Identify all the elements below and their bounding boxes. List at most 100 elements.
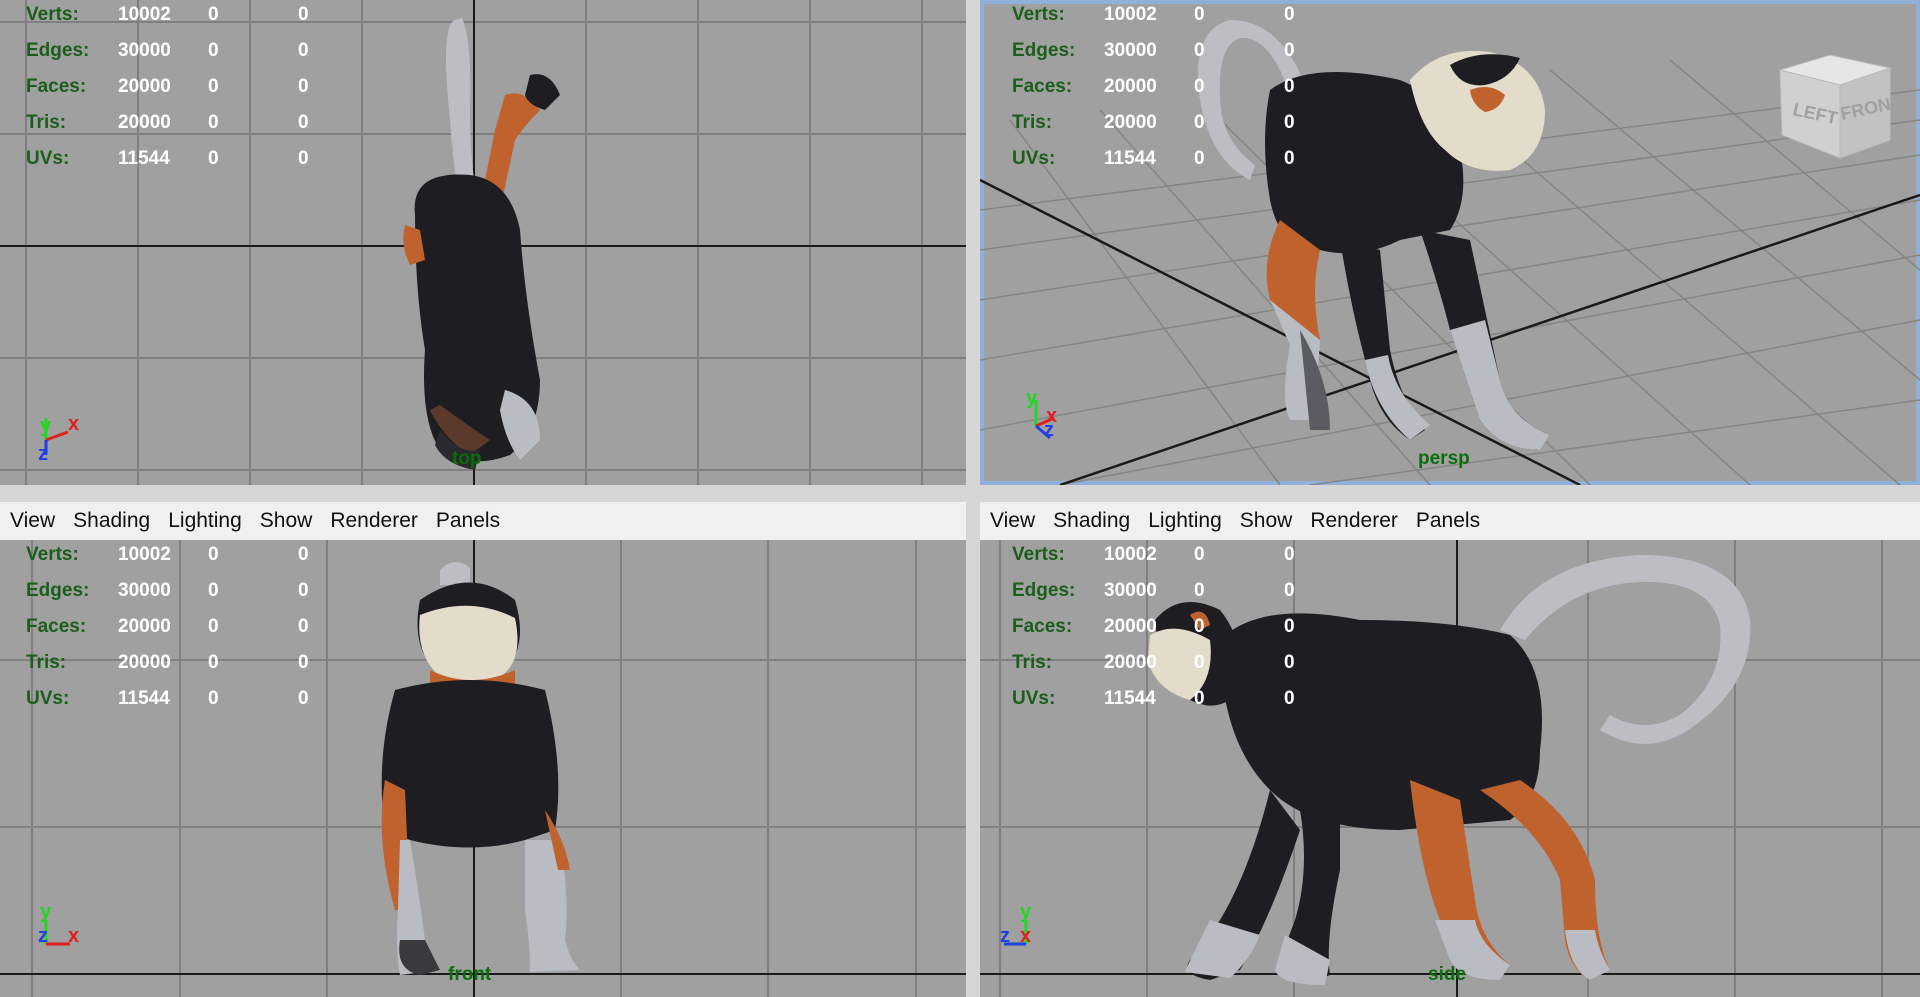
hud-value: 0	[1284, 148, 1295, 169]
hud-value: 20000	[1104, 616, 1157, 637]
hud-value: 30000	[118, 580, 171, 601]
hud-value: 0	[298, 148, 309, 169]
hud-label: UVs:	[1012, 148, 1056, 169]
menu-show[interactable]: Show	[260, 509, 313, 533]
hud-value: 10002	[118, 4, 171, 25]
monkey-model-persp[interactable]	[1198, 20, 1550, 450]
hud-label: Faces:	[1012, 76, 1073, 97]
hud-value: 0	[298, 4, 309, 25]
hud-value: 0	[1194, 4, 1205, 25]
viewport-divider-horizontal[interactable]	[0, 485, 1920, 502]
hud-label: Edges:	[1012, 40, 1076, 61]
hud-value: 0	[1284, 544, 1295, 565]
menu-lighting[interactable]: Lighting	[1148, 509, 1222, 533]
view-cube[interactable]: LEFT FRONT	[1778, 54, 1903, 159]
camera-label-front: front	[448, 964, 492, 985]
hud-label: UVs:	[26, 148, 70, 169]
hud-label: Verts:	[26, 544, 79, 565]
hud-value: 0	[208, 40, 219, 61]
hud-value: 20000	[118, 112, 171, 133]
axis-gizmo-side: y x z	[1000, 901, 1032, 947]
hud-value: 0	[208, 580, 219, 601]
axis-y-label: y	[1026, 387, 1038, 409]
hud-label: Tris:	[1012, 652, 1053, 673]
hud-value: 0	[1194, 112, 1205, 133]
hud-value: 0	[1284, 688, 1295, 709]
hud-label: Faces:	[1012, 616, 1073, 637]
hud-value: 0	[208, 544, 219, 565]
axis-gizmo-top: y x z	[38, 413, 79, 465]
hud-value: 30000	[1104, 580, 1157, 601]
hud-value: 0	[298, 616, 309, 637]
hud-label: Verts:	[1012, 544, 1065, 565]
menu-renderer[interactable]: Renderer	[330, 509, 418, 533]
hud-value: 0	[298, 112, 309, 133]
hud-value: 0	[1284, 4, 1295, 25]
menu-panels[interactable]: Panels	[436, 509, 500, 533]
hud-value: 0	[1194, 40, 1205, 61]
hud-value: 0	[1284, 580, 1295, 601]
hud-label: Edges:	[26, 40, 90, 61]
menu-view[interactable]: View	[10, 509, 55, 533]
menu-shading[interactable]: Shading	[1053, 509, 1130, 533]
viewport-persp[interactable]: y x z LEFT FRONT Verts: 10002 0 0 Edges: 300…	[980, 0, 1920, 485]
hud-value: 20000	[1104, 76, 1157, 97]
persp-scene: y x z LEFT FRONT	[980, 20, 1920, 485]
hud-value: 30000	[1104, 40, 1157, 61]
hud-label: Verts:	[1012, 4, 1065, 25]
hud-value: 20000	[118, 616, 171, 637]
menu-lighting[interactable]: Lighting	[168, 509, 242, 533]
hud-value: 20000	[118, 76, 171, 97]
hud-value: 0	[298, 580, 309, 601]
hud-label: Tris:	[26, 112, 67, 133]
hud-label: Edges:	[26, 580, 90, 601]
hud-value: 0	[298, 652, 309, 673]
menu-show[interactable]: Show	[1240, 509, 1293, 533]
axis-z-label: z	[1044, 419, 1054, 441]
hud-label: UVs:	[1012, 688, 1056, 709]
hud-label: Faces:	[26, 76, 87, 97]
axis-x-label: x	[1020, 925, 1031, 947]
viewport-top[interactable]: y x z Verts: 10002 0 0 Edges: 30000 0 0 Faces:…	[0, 0, 966, 485]
monkey-model-side[interactable]	[1148, 555, 1751, 985]
hud-value: 20000	[1104, 112, 1157, 133]
hud-value: 0	[208, 148, 219, 169]
axis-x-label: x	[68, 413, 79, 435]
axis-y-label: y	[40, 901, 52, 923]
menu-view[interactable]: View	[990, 509, 1035, 533]
hud-value: 11544	[118, 148, 170, 169]
hud-value: 11544	[1104, 148, 1156, 169]
hud-value: 0	[208, 4, 219, 25]
hud-value: 0	[1194, 544, 1205, 565]
hud-value: 30000	[118, 40, 171, 61]
hud-value: 0	[1194, 148, 1205, 169]
hud-value: 20000	[1104, 652, 1157, 673]
hud-value: 0	[1194, 688, 1205, 709]
menu-panels[interactable]: Panels	[1416, 509, 1480, 533]
monkey-model-top[interactable]	[403, 18, 560, 470]
viewport-side[interactable]: y x z Verts: 10002 0 0 Edges: 30000 0 0 Faces:…	[980, 540, 1920, 997]
hud-value: 0	[298, 688, 309, 709]
hud-label: Tris:	[26, 652, 67, 673]
viewport-front[interactable]: y x z Verts: 10002 0 0 Edges: 30000 0 0 Faces:…	[0, 540, 966, 997]
hud-label: Edges:	[1012, 580, 1076, 601]
axis-y-label: y	[1020, 901, 1032, 923]
hud-value: 0	[208, 616, 219, 637]
axis-z-label: z	[38, 925, 48, 947]
panel-menubar-front: View Shading Lighting Show Renderer Pane…	[0, 502, 966, 541]
hud-value: 0	[298, 544, 309, 565]
hud-value: 0	[1284, 112, 1295, 133]
camera-label-top: top	[452, 448, 482, 469]
hud-value: 0	[1194, 580, 1205, 601]
axis-gizmo-persp: y x z	[1026, 387, 1057, 441]
hud-value: 0	[1284, 652, 1295, 673]
menu-renderer[interactable]: Renderer	[1310, 509, 1398, 533]
hud-value: 10002	[1104, 544, 1157, 565]
hud-value: 0	[208, 76, 219, 97]
menu-shading[interactable]: Shading	[73, 509, 150, 533]
hud-value: 0	[208, 688, 219, 709]
panel-menubar-side: View Shading Lighting Show Renderer Pane…	[980, 502, 1920, 541]
camera-label-side: side	[1428, 964, 1467, 985]
hud-value: 0	[298, 76, 309, 97]
monkey-model-front[interactable]	[381, 561, 580, 975]
